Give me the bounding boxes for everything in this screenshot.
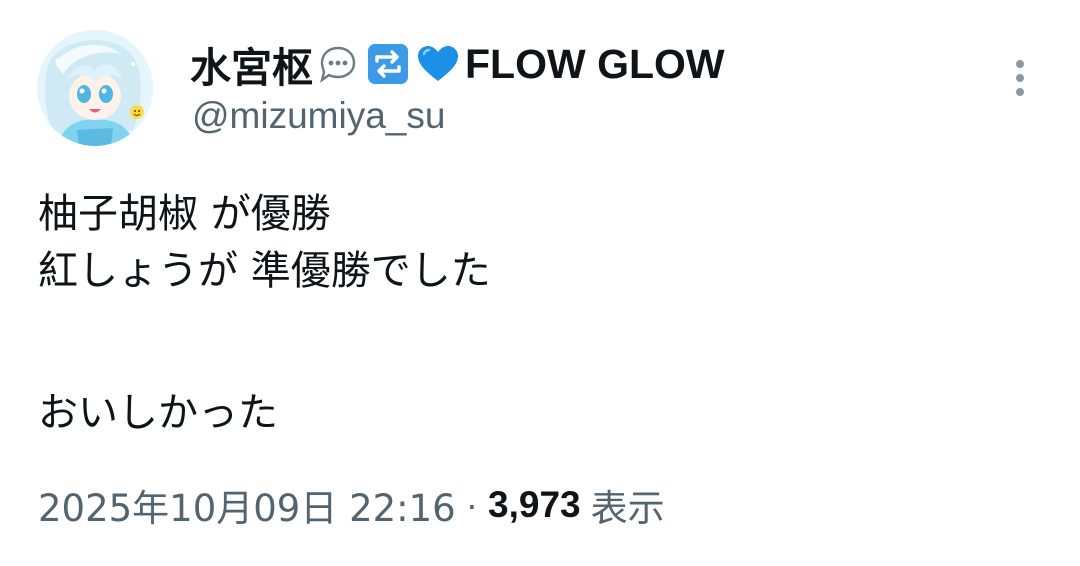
- avatar-illustration: [37, 30, 153, 146]
- more-options-button[interactable]: [1002, 54, 1038, 102]
- views-label: 表示: [590, 487, 665, 530]
- author-name-suffix: FLOW GLOW: [465, 40, 725, 87]
- timestamp-link[interactable]: 2025年10月09日 22:16: [38, 478, 456, 532]
- author-display-name[interactable]: 水宮枢 FLOW GLOW: [190, 38, 725, 92]
- avatar[interactable]: [37, 30, 153, 146]
- tweet-meta: 2025年10月09日 22:16 · 3,973 表示: [38, 478, 665, 532]
- meta-separator: ·: [465, 484, 479, 525]
- blue-heart-icon: [415, 41, 461, 87]
- more-vertical-icon: [1016, 60, 1024, 96]
- tweet-line: おいしかった: [38, 390, 278, 436]
- views-count[interactable]: 3,973: [488, 484, 581, 526]
- repeat-arrows-icon: [365, 41, 411, 87]
- tweet-line: 紅しょうが 準優勝でした: [38, 248, 491, 294]
- tweet-card: 水宮枢 FLOW GLOW @mizumiya_su 柚子胡椒 が優勝 紅しょう…: [0, 0, 1080, 566]
- author-handle[interactable]: @mizumiya_su: [192, 95, 445, 137]
- author-name-text: 水宮枢: [190, 45, 313, 91]
- tweet-line: 柚子胡椒 が優勝: [38, 191, 331, 237]
- speech-balloon-icon: [315, 41, 361, 87]
- tweet-text: 柚子胡椒 が優勝 紅しょうが 準優勝でした おいしかった: [38, 186, 1038, 442]
